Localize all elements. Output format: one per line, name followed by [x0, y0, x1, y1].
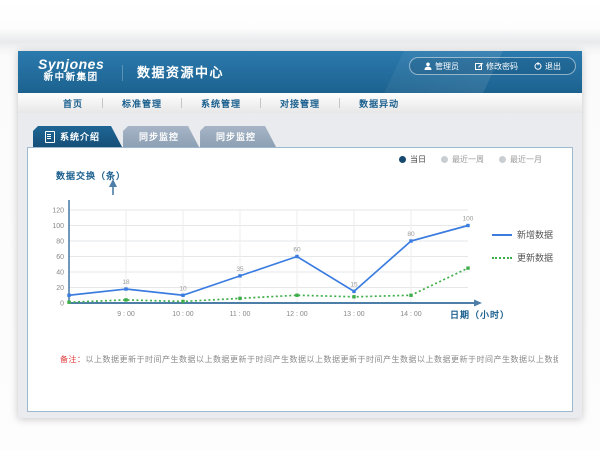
tab-sync-monitor-1[interactable]: 同步监控	[123, 126, 199, 147]
chart-ytick-label: 120	[52, 208, 64, 215]
chart-svg: 0 20 40 60 80 100 120 9 : 00 10 : 00 11 : 00 12 : …	[28, 148, 570, 409]
radio-label: 最近一周	[452, 154, 484, 165]
chart-legend: 新增数据 更新数据	[492, 228, 553, 264]
radio-label: 当日	[410, 154, 426, 165]
footnote-text: 以上数据更新于时间产生数据以上数据更新于时间产生数据以上数据更新于时间产生数据以…	[86, 355, 559, 364]
radio-dot-icon	[441, 156, 448, 163]
chart-point-marker	[67, 294, 70, 297]
chart-point-label: 15	[350, 281, 358, 288]
chart-point-marker	[352, 290, 355, 293]
chart-point-label: 80	[407, 231, 415, 238]
logo-text: Synjones	[38, 57, 104, 72]
radio-dot-icon	[499, 156, 506, 163]
logo-subtitle: 新中新集团	[38, 72, 104, 84]
legend-label: 更新数据	[517, 251, 553, 264]
user-menu-button[interactable]: 管理员	[416, 61, 467, 72]
legend-item-update-data[interactable]: 更新数据	[492, 251, 553, 264]
document-icon	[45, 131, 55, 143]
chart-point-marker	[124, 298, 127, 301]
chart-xtick-label: 11 : 00	[230, 311, 251, 318]
content-area: 系统介绍 同步监控 同步监控 当日 最近一周	[18, 113, 582, 418]
y-axis-title: 数据交换（条）	[56, 169, 126, 182]
nav-item-interface-mgmt[interactable]: 对接管理	[261, 97, 339, 110]
chart-point-marker	[238, 297, 241, 300]
radio-today[interactable]: 当日	[399, 154, 426, 165]
chart-point-marker	[352, 295, 355, 298]
legend-label: 新增数据	[517, 228, 553, 241]
main-nav: 首页 标准管理 系统管理 对接管理 数据异动	[18, 93, 582, 114]
tab-sync-monitor-2[interactable]: 同步监控	[200, 126, 276, 147]
chart-point-label: 35	[236, 266, 244, 273]
nav-item-system-mgmt[interactable]: 系统管理	[182, 97, 260, 110]
legend-item-new-data[interactable]: 新增数据	[492, 228, 553, 241]
chart-point-marker	[409, 239, 412, 242]
chart-point-marker	[466, 266, 469, 269]
page-title: 数据资源中心	[122, 65, 224, 81]
change-password-label: 修改密码	[486, 61, 518, 72]
chart-point-marker	[124, 287, 127, 290]
nav-item-standard-mgmt[interactable]: 标准管理	[103, 97, 181, 110]
chart-panel: 当日 最近一周 最近一月 数据交换（条） 0 20 40 60 80 100 120 9 : …	[27, 147, 573, 412]
power-icon	[534, 62, 542, 70]
tab-bar: 系统介绍 同步监控 同步监控	[33, 126, 276, 147]
chart-ytick-label: 0	[60, 301, 64, 308]
chart-point-marker	[238, 274, 241, 277]
nav-item-home[interactable]: 首页	[44, 97, 102, 110]
chart-xtick-label: 9 : 00	[117, 311, 135, 318]
footnote-prefix: 备注：	[60, 355, 86, 364]
time-range-filter: 当日 最近一周 最近一月	[399, 154, 542, 165]
chart-point-marker	[67, 301, 70, 304]
app-header: Synjones 新中新集团 数据资源中心 管理员 修改密码 退出	[18, 51, 582, 93]
x-axis-title: 日期（小时）	[450, 308, 510, 321]
chart-point-label: 18	[122, 279, 130, 286]
radio-last-week[interactable]: 最近一周	[441, 154, 484, 165]
chart-xtick-label: 14 : 00	[400, 311, 422, 318]
chart-point-label: 100	[463, 216, 474, 223]
app-window: Synjones 新中新集团 数据资源中心 管理员 修改密码 退出 首页 标准管…	[18, 51, 582, 418]
logo[interactable]: Synjones 新中新集团	[38, 57, 104, 84]
chart-xtick-label: 12 : 00	[286, 311, 308, 318]
chart-ytick-label: 20	[56, 285, 64, 292]
chart-point-label: 10	[179, 285, 187, 292]
edit-icon	[475, 62, 483, 70]
legend-line-solid-icon	[492, 234, 512, 236]
chart-xtick-label: 10 : 00	[172, 311, 194, 318]
tab-system-intro[interactable]: 系统介绍	[33, 126, 122, 147]
tab-label: 系统介绍	[60, 130, 100, 143]
logout-button[interactable]: 退出	[526, 61, 569, 72]
chart-ytick-label: 60	[56, 254, 64, 261]
tab-label: 同步监控	[216, 130, 256, 143]
chart-point-marker	[466, 224, 469, 227]
user-name-label: 管理员	[435, 61, 459, 72]
radio-label: 最近一月	[510, 154, 542, 165]
chart-ytick-label: 40	[56, 270, 64, 277]
chart-point-marker	[295, 294, 298, 297]
chart-point-marker	[295, 255, 298, 258]
footnote: 备注：以上数据更新于时间产生数据以上数据更新于时间产生数据以上数据更新于时间产生…	[60, 354, 558, 365]
chart-ytick-label: 80	[56, 239, 64, 246]
chart-xtick-label: 13 : 00	[343, 311, 365, 318]
radio-last-month[interactable]: 最近一月	[499, 154, 542, 165]
chart-point-label: 60	[293, 247, 301, 254]
legend-line-dotted-icon	[492, 257, 512, 259]
user-toolbar: 管理员 修改密码 退出	[409, 57, 576, 75]
logout-label: 退出	[545, 61, 561, 72]
tab-label: 同步监控	[139, 130, 179, 143]
nav-item-data-change[interactable]: 数据异动	[340, 97, 418, 110]
chart-point-marker	[181, 294, 184, 297]
chart-axis-x-arrow-icon	[474, 300, 482, 307]
chart-ytick-label: 100	[52, 223, 64, 230]
chart-point-marker	[409, 294, 412, 297]
user-icon	[424, 62, 432, 70]
chart-point-marker	[181, 300, 184, 303]
change-password-button[interactable]: 修改密码	[467, 61, 526, 72]
radio-dot-icon	[399, 156, 406, 163]
